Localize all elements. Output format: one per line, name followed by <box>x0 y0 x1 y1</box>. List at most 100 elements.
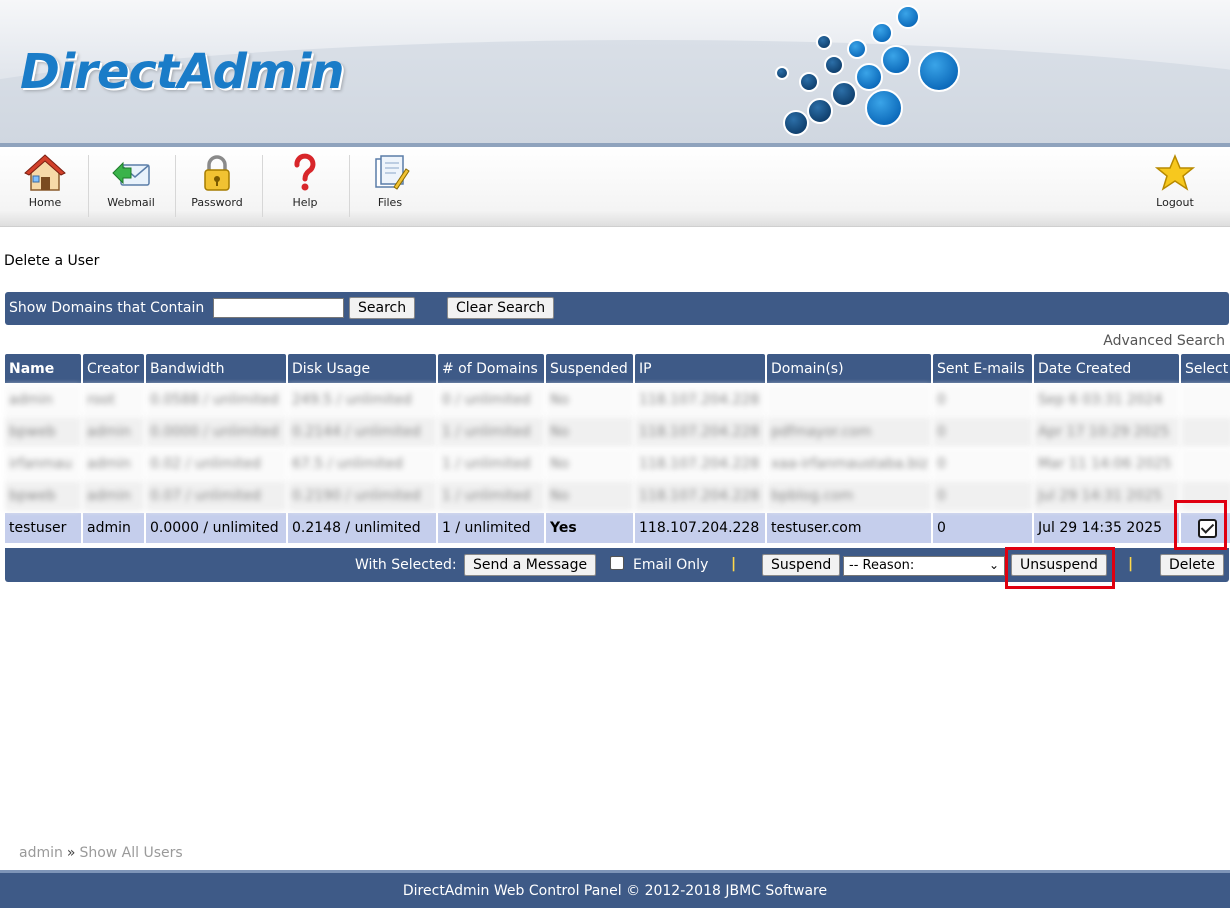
suspend-button[interactable]: Suspend <box>762 554 841 576</box>
email-only-checkbox[interactable] <box>610 556 624 570</box>
cell-domains[interactable]: testuser.com <box>767 513 931 543</box>
email-only-label: Email Only <box>633 557 709 573</box>
column-header-suspended[interactable]: Suspended <box>546 354 633 383</box>
action-divider: | <box>731 556 737 572</box>
cell-domains[interactable]: xaa-irfanmaustaba.biz <box>767 449 931 479</box>
column-header-sent-emails[interactable]: Sent E-mails <box>933 354 1032 383</box>
domain-search-input[interactable] <box>213 298 344 318</box>
column-header-domains[interactable]: Domain(s) <box>767 354 931 383</box>
column-header-ip[interactable]: IP <box>635 354 765 383</box>
cell-name[interactable]: testuser <box>5 513 81 543</box>
footer-text: DirectAdmin Web Control Panel © 2012-201… <box>402 883 828 899</box>
cell-ip: 118.107.204.228 <box>635 481 765 511</box>
cell-name[interactable]: irfanmau <box>5 449 81 479</box>
toolbar-help-label: Help <box>292 196 318 209</box>
cell-disk-usage: 0.2144 / unlimited <box>288 417 436 447</box>
suspend-reason-value: -- Reason: <box>849 558 915 573</box>
cell-creator: admin <box>83 417 144 447</box>
cell-ip: 118.107.204.228 <box>635 449 765 479</box>
cell-domains[interactable]: pdfmayor.com <box>767 417 931 447</box>
clear-search-button[interactable]: Clear Search <box>447 297 555 319</box>
cell-disk-usage: 249.5 / unlimited <box>288 385 436 415</box>
highlight-select-checkbox <box>1174 500 1227 550</box>
suspend-reason-select[interactable]: -- Reason: ⌄ <box>843 556 1005 576</box>
cell-date-created: Jul 29 14:35 2025 <box>1034 513 1179 543</box>
cell-sent-emails: 0 <box>933 417 1032 447</box>
column-header-date-created[interactable]: Date Created <box>1034 354 1179 383</box>
cell-suspended: No <box>546 417 633 447</box>
cell-date-created: Mar 11 14:06 2025 <box>1034 449 1179 479</box>
toolbar-divider <box>175 155 176 217</box>
cell-suspended: No <box>546 449 633 479</box>
cell-date-created: Sep 6 03:31 2024 <box>1034 385 1179 415</box>
toolbar-files-label: Files <box>377 196 403 209</box>
toolbar-help[interactable]: Help <box>265 153 345 223</box>
table-header-row: Name Creator Bandwidth Disk Usage # of D… <box>5 354 1230 383</box>
cell-domain-count: 1 / unlimited <box>438 449 544 479</box>
toolbar-password[interactable]: Password <box>177 153 257 223</box>
page-title: Delete a User <box>4 253 100 269</box>
column-header-bandwidth[interactable]: Bandwidth <box>146 354 286 383</box>
cell-domains[interactable] <box>767 385 931 415</box>
column-header-select: Select <box>1181 354 1230 383</box>
cell-sent-emails: 0 <box>933 481 1032 511</box>
cell-bandwidth: 0.0588 / unlimited <box>146 385 286 415</box>
cell-sent-emails: 0 <box>933 385 1032 415</box>
breadcrumb-admin[interactable]: admin <box>19 845 63 861</box>
breadcrumb-show-all-users[interactable]: Show All Users <box>79 845 182 861</box>
home-icon <box>24 154 66 191</box>
column-header-domain-count[interactable]: # of Domains <box>438 354 544 383</box>
cell-bandwidth: 0.0000 / unlimited <box>146 513 286 543</box>
send-message-button[interactable]: Send a Message <box>464 554 597 576</box>
highlight-unsuspend-button <box>1005 547 1115 589</box>
cell-ip: 118.107.204.228 <box>635 513 765 543</box>
search-bar: Show Domains that Contain Search Clear S… <box>5 292 1229 325</box>
toolbar-home-label: Home <box>28 196 62 209</box>
toolbar-webmail[interactable]: Webmail <box>91 153 171 223</box>
column-header-name[interactable]: Name <box>5 354 81 383</box>
cell-creator: root <box>83 385 144 415</box>
search-label: Show Domains that Contain <box>9 300 205 316</box>
cell-date-created: Apr 17 10:29 2025 <box>1034 417 1179 447</box>
cell-name[interactable]: bpweb <box>5 417 81 447</box>
cell-bandwidth: 0.02 / unlimited <box>146 449 286 479</box>
cell-date-created: Jul 29 14:31 2025 <box>1034 481 1179 511</box>
cell-sent-emails: 0 <box>933 513 1032 543</box>
cell-bandwidth: 0.07 / unlimited <box>146 481 286 511</box>
cell-domains[interactable]: bpblog.com <box>767 481 931 511</box>
cell-disk-usage: 0.2190 / unlimited <box>288 481 436 511</box>
cell-select <box>1181 385 1230 415</box>
toolbar-logout-label: Logout <box>1156 196 1194 209</box>
column-header-disk-usage[interactable]: Disk Usage <box>288 354 436 383</box>
toolbar-home[interactable]: Home <box>5 153 85 223</box>
bubbles-decoration <box>775 5 960 136</box>
with-selected-label: With Selected: <box>355 557 457 573</box>
toolbar-files[interactable]: Files <box>350 153 430 223</box>
breadcrumb: admin» Show All Users <box>19 845 183 861</box>
cell-ip: 118.107.204.228 <box>635 385 765 415</box>
advanced-search-link[interactable]: Advanced Search <box>1103 333 1225 349</box>
search-button[interactable]: Search <box>349 297 416 319</box>
chevron-down-icon: ⌄ <box>988 558 999 572</box>
lock-icon <box>204 155 230 191</box>
column-header-creator[interactable]: Creator <box>83 354 144 383</box>
cell-bandwidth: 0.0000 / unlimited <box>146 417 286 447</box>
breadcrumb-separator: » <box>66 845 76 861</box>
toolbar-logout[interactable]: Logout <box>1135 153 1215 223</box>
cell-sent-emails: 0 <box>933 449 1032 479</box>
webmail-icon <box>112 161 150 186</box>
cell-name[interactable]: admin <box>5 385 81 415</box>
table-row: irfanmau admin 0.02 / unlimited 67.5 / u… <box>5 449 1230 479</box>
cell-suspended: Yes <box>546 513 633 543</box>
cell-creator: admin <box>83 481 144 511</box>
table-row: bpweb admin 0.07 / unlimited 0.2190 / un… <box>5 481 1230 511</box>
cell-suspended: No <box>546 481 633 511</box>
cell-domain-count: 0 / unlimited <box>438 385 544 415</box>
files-icon <box>375 155 410 190</box>
cell-creator: admin <box>83 449 144 479</box>
delete-button[interactable]: Delete <box>1160 554 1224 576</box>
table-row-selected: testuser admin 0.0000 / unlimited 0.2148… <box>5 513 1230 543</box>
cell-creator: admin <box>83 513 144 543</box>
table-row: admin root 0.0588 / unlimited 249.5 / un… <box>5 385 1230 415</box>
cell-name[interactable]: bpweb <box>5 481 81 511</box>
